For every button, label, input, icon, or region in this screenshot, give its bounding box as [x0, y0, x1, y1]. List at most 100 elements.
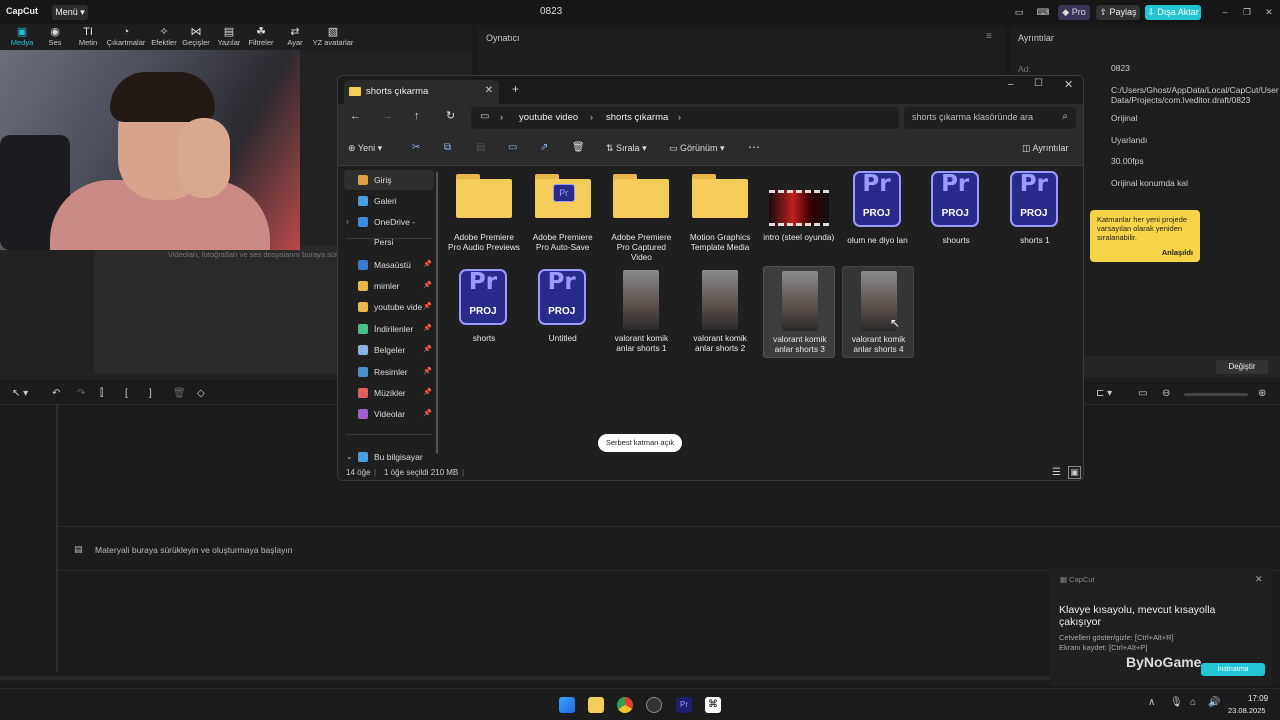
shortcut-icon[interactable]: ⌨: [1034, 5, 1052, 20]
network-icon[interactable]: ⌂: [1190, 697, 1196, 708]
notification-close-icon[interactable]: ✕: [1255, 574, 1263, 585]
clock-time[interactable]: 17:09: [1248, 694, 1268, 703]
sidebar-item[interactable]: Masaüstü 📌: [344, 255, 434, 275]
export-button[interactable]: ⇩ Dışa Aktar: [1145, 5, 1201, 20]
sidebar-item[interactable]: OneDrive - Persi ›: [344, 212, 434, 247]
undo-icon[interactable]: ↶: [52, 388, 60, 399]
project-file[interactable]: Pr PROJ shorts 1: [999, 168, 1071, 260]
details-view-icon[interactable]: ☰: [1052, 467, 1061, 478]
folder-item[interactable]: Motion Graphics Template Media: [684, 168, 756, 260]
share-icon[interactable]: ⇗: [540, 142, 548, 153]
video-thumbnail: [623, 270, 660, 330]
video-file[interactable]: valorant komik anlar shorts 3: [762, 266, 835, 358]
layout-icon[interactable]: ▭: [1010, 5, 1028, 20]
tooltip-button[interactable]: Anlaşıldı: [1162, 248, 1193, 257]
start-icon[interactable]: [559, 697, 575, 713]
clock-date[interactable]: 23.08.2025: [1228, 706, 1266, 715]
rename-icon[interactable]: ▭: [508, 142, 517, 153]
copy-icon[interactable]: ⧉: [444, 142, 451, 153]
delete-icon[interactable]: 🗑: [572, 142, 585, 153]
folder-item[interactable]: Pr Adobe Premiere Pro Auto-Save: [527, 168, 599, 260]
sidebar-scrollbar[interactable]: [436, 172, 438, 454]
delete-icon[interactable]: 🗑: [173, 388, 186, 399]
select-tool-icon[interactable]: ↖ ▾: [12, 388, 28, 399]
new-tab-icon[interactable]: +: [512, 82, 519, 96]
new-button[interactable]: ⊕ Yeni ▾: [348, 143, 382, 154]
sidebar-item[interactable]: mimler 📌: [344, 276, 434, 296]
up-icon[interactable]: ↑: [414, 110, 420, 122]
file-explorer-window: shorts çıkarma ✕ + – ☐ ✕ ← → ↑ ↻ ▭ › you…: [337, 75, 1084, 481]
timeline-scrollbar[interactable]: [0, 676, 1050, 680]
breadcrumb-item[interactable]: shorts çıkarma: [606, 112, 668, 123]
zoom-in-icon[interactable]: ⊕: [1258, 388, 1266, 399]
project-file[interactable]: Pr PROJ olum ne diyo lan: [842, 168, 914, 260]
file-explorer-icon[interactable]: [588, 697, 604, 713]
back-icon[interactable]: ←: [350, 110, 361, 122]
project-title: 0823: [540, 6, 563, 17]
sidebar-item[interactable]: Belgeler 📌: [344, 340, 434, 360]
sort-button[interactable]: ⇅ Sırala ▾: [606, 143, 647, 154]
sidebar-item[interactable]: youtube vide 📌: [344, 297, 434, 317]
sidebar-item[interactable]: İndirilenler 📌: [344, 319, 434, 339]
folder-item[interactable]: Adobe Premiere Pro Captured Video: [605, 168, 677, 262]
volume-icon[interactable]: 🔊: [1208, 697, 1220, 708]
project-file[interactable]: Pr PROJ shourts: [920, 168, 992, 260]
player-menu-icon[interactable]: ≡: [986, 31, 992, 42]
preview-icon[interactable]: ▭: [1138, 388, 1147, 399]
tiles-view-icon[interactable]: ▣: [1068, 466, 1081, 479]
notification-badge[interactable]: İnstrıatma: [1201, 663, 1265, 676]
sidebar-item[interactable]: Bu bilgisayar ⌄: [344, 447, 434, 467]
project-file[interactable]: Pr PROJ Untitled: [527, 266, 599, 358]
video-file[interactable]: valorant komik anlar shorts 4: [841, 266, 914, 358]
folder-item[interactable]: Adobe Premiere Pro Audio Previews: [448, 168, 520, 260]
expand-chevron-icon[interactable]: ›: [346, 212, 349, 232]
redo-icon[interactable]: ↷: [77, 388, 85, 399]
explorer-tab[interactable]: shorts çıkarma ✕: [344, 80, 499, 104]
trim-right-icon[interactable]: ]: [149, 388, 152, 399]
marker-icon[interactable]: ◇: [197, 388, 205, 399]
trim-left-icon[interactable]: [: [125, 388, 128, 399]
change-button[interactable]: Değiştir: [1216, 360, 1268, 374]
share-button[interactable]: ⇪ Paylaş: [1096, 5, 1140, 20]
close-icon[interactable]: ✕: [1262, 5, 1276, 20]
maximize-icon[interactable]: ❐: [1240, 5, 1254, 20]
zoom-out-icon[interactable]: ⊖: [1162, 388, 1170, 399]
ex-maximize-icon[interactable]: ☐: [1034, 78, 1043, 89]
mic-icon[interactable]: 🎙: [1170, 697, 1183, 708]
obs-icon[interactable]: [646, 697, 662, 713]
video-file[interactable]: valorant komik anlar shorts 2: [684, 266, 756, 358]
address-bar[interactable]: ▭ › youtube video › shorts çıkarma ›: [471, 107, 899, 129]
tray-chevron-icon[interactable]: ∧: [1148, 697, 1155, 708]
more-icon[interactable]: ⋯: [748, 140, 760, 154]
sidebar-item[interactable]: Giriş: [344, 170, 434, 190]
expand-chevron-icon[interactable]: ⌄: [346, 447, 353, 467]
refresh-icon[interactable]: ↻: [446, 109, 455, 122]
minimize-icon[interactable]: –: [1218, 5, 1232, 20]
chrome-icon[interactable]: [617, 697, 633, 713]
premiere-icon[interactable]: Pr: [676, 697, 692, 713]
ex-minimize-icon[interactable]: –: [1008, 79, 1014, 90]
sidebar-item[interactable]: Müzikler 📌: [344, 383, 434, 403]
menu-button[interactable]: Menü ▾: [52, 5, 88, 20]
zoom-slider[interactable]: [1184, 393, 1248, 396]
paste-icon[interactable]: ▤: [476, 142, 485, 153]
split-icon[interactable]: ⫿: [100, 388, 103, 399]
cut-icon[interactable]: ✂: [412, 142, 420, 153]
forward-icon[interactable]: →: [382, 110, 393, 122]
search-input[interactable]: shorts çıkarma klasöründe ara ⌕: [904, 107, 1076, 129]
capcut-icon[interactable]: ⌘: [705, 697, 721, 713]
sidebar-item[interactable]: Videolar 📌: [344, 404, 434, 424]
sidebar-item[interactable]: Galeri: [344, 191, 434, 211]
tool-ai-avatars[interactable]: ▧ YZ avatarlar: [311, 26, 355, 47]
sidebar-item[interactable]: Resimler 📌: [344, 362, 434, 382]
video-file[interactable]: valorant komik anlar shorts 1: [605, 266, 677, 358]
details-pane-button[interactable]: ◫ Ayrıntılar: [1022, 143, 1068, 154]
view-button[interactable]: ▭ Görünüm ▾: [669, 143, 725, 154]
layout-toggle-icon[interactable]: ⊏ ▾: [1096, 388, 1112, 399]
pro-button[interactable]: ◆ Pro: [1058, 5, 1090, 20]
project-file[interactable]: Pr PROJ shorts: [448, 266, 520, 358]
breadcrumb-item[interactable]: youtube video: [519, 112, 578, 123]
video-file[interactable]: intro (steel oyunda): [763, 168, 835, 260]
tab-close-icon[interactable]: ✕: [485, 85, 493, 96]
ex-close-icon[interactable]: ✕: [1064, 78, 1073, 91]
